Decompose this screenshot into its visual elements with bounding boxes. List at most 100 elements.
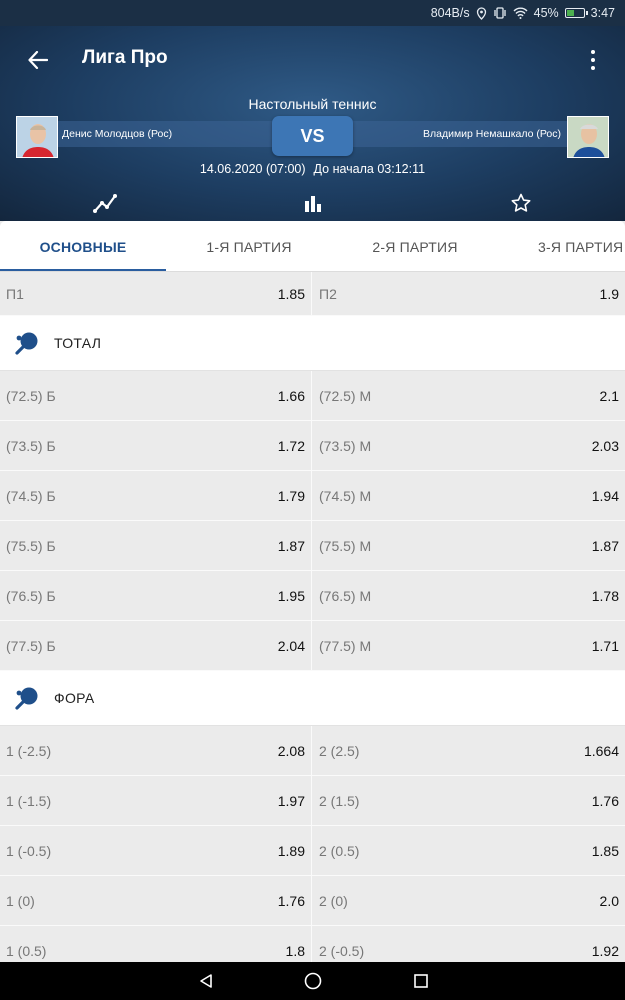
odds-cell[interactable]: 2 (2.5) 1.664: [313, 726, 625, 775]
odds-label: (77.5) Б: [6, 637, 56, 654]
odds-cell[interactable]: (75.5) Б 1.87: [0, 521, 312, 570]
odds-cell[interactable]: (76.5) Б 1.95: [0, 571, 312, 620]
fora-rows: 1 (-2.5) 2.08 2 (2.5) 1.664 1 (-1.5) 1.97 2 (1…: [0, 726, 625, 962]
square-recents-icon: [414, 974, 428, 988]
odds-label: П1: [6, 285, 24, 302]
odds-label: 1 (-0.5): [6, 842, 52, 859]
more-vert-icon: [591, 50, 595, 54]
stats-button[interactable]: [91, 190, 119, 216]
odds-cell[interactable]: (77.5) Б 2.04: [0, 621, 312, 670]
nav-home-button[interactable]: [303, 971, 323, 991]
player-2-name: Владимир Немашкало (Рос): [423, 128, 561, 140]
battery-percent: 45%: [533, 6, 559, 20]
odds-label: (76.5) М: [319, 587, 372, 604]
odds-cell[interactable]: (74.5) Б 1.79: [0, 471, 312, 520]
odds-value: 1.87: [277, 537, 305, 554]
odds-value: 1.76: [277, 892, 305, 909]
odds-label: (74.5) Б: [6, 487, 56, 504]
odds-label: 2 (0): [319, 892, 348, 909]
odds-cell[interactable]: (73.5) Б 1.72: [0, 421, 312, 470]
odds-cell[interactable]: 2 (1.5) 1.76: [313, 776, 625, 825]
odds-value: 1.664: [583, 742, 619, 759]
tab-set-2[interactable]: 2-Я ПАРТИЯ: [332, 221, 498, 271]
nav-back-button[interactable]: [196, 971, 216, 991]
favorite-button[interactable]: [507, 190, 535, 216]
odds-value: 1.97: [277, 792, 305, 809]
section-fora-header[interactable]: ФОРА: [0, 671, 625, 726]
triangle-back-icon: [200, 974, 212, 988]
match-date: 14.06.2020 (07:00): [199, 162, 306, 176]
player-1-name: Денис Молодцов (Рос): [62, 128, 173, 140]
location-icon: [476, 6, 487, 20]
section-title: ФОРА: [54, 690, 95, 706]
odds-value: 2.0: [599, 892, 619, 909]
more-button[interactable]: [583, 46, 603, 74]
odds-cell[interactable]: (72.5) М 2.1: [313, 371, 625, 420]
match-datetime: 14.06.2020 (07:00) До начала 03:12:11: [0, 162, 625, 176]
odds-label: П2: [319, 285, 337, 302]
odds-cell[interactable]: (75.5) М 1.87: [313, 521, 625, 570]
table-row: 1 (0.5) 1.8 2 (-0.5) 1.92: [0, 926, 625, 962]
odds-label: 1 (0): [6, 892, 35, 909]
table-row: (74.5) Б 1.79 (74.5) М 1.94: [0, 471, 625, 521]
table-row: (77.5) Б 2.04 (77.5) М 1.71: [0, 621, 625, 671]
network-speed: 804B/s: [430, 6, 470, 20]
odds-value: 1.89: [277, 842, 305, 859]
odds-cell[interactable]: (77.5) М 1.71: [313, 621, 625, 670]
chart-line-icon: [93, 194, 117, 213]
odds-value: 1.95: [277, 587, 305, 604]
header-actions: [0, 190, 625, 216]
tab-set-1[interactable]: 1-Я ПАРТИЯ: [166, 221, 332, 271]
player-2-avatar: [567, 116, 609, 158]
odds-value: 1.94: [591, 487, 619, 504]
nav-recents-button[interactable]: [411, 971, 431, 991]
odds-label: 2 (-0.5): [319, 942, 365, 959]
odds-cell[interactable]: (72.5) Б 1.66: [0, 371, 312, 420]
odds-cell[interactable]: 1 (0.5) 1.8: [0, 926, 312, 962]
odds-label: (76.5) Б: [6, 587, 56, 604]
status-bar: 804B/s 45% 3:47: [0, 0, 625, 26]
section-total-header[interactable]: ТОТАЛ: [0, 316, 625, 371]
odds-label: (74.5) М: [319, 487, 372, 504]
odds-cell[interactable]: (73.5) М 2.03: [313, 421, 625, 470]
odds-value: 1.92: [591, 942, 619, 959]
back-button[interactable]: [24, 46, 52, 74]
wifi-icon: [513, 7, 528, 19]
table-row: 1 (-1.5) 1.97 2 (1.5) 1.76: [0, 776, 625, 826]
odds-label: 1 (-1.5): [6, 792, 52, 809]
odds-cell[interactable]: 2 (0.5) 1.85: [313, 826, 625, 875]
vibrate-icon: [493, 7, 507, 19]
table-row: 1 (-0.5) 1.89 2 (0.5) 1.85: [0, 826, 625, 876]
market-tabs: ОСНОВНЫЕ 1-Я ПАРТИЯ 2-Я ПАРТИЯ 3-Я ПАРТИ…: [0, 221, 625, 272]
odds-cell[interactable]: (76.5) М 1.78: [313, 571, 625, 620]
odds-value: 1.85: [591, 842, 619, 859]
odds-value: 1.8: [285, 942, 305, 959]
odds-cell[interactable]: 1 (0) 1.76: [0, 876, 312, 925]
odds-label: 1 (0.5): [6, 942, 47, 959]
section-title: ТОТАЛ: [54, 335, 102, 351]
tab-set-3[interactable]: 3-Я ПАРТИЯ: [498, 221, 625, 271]
odds-cell[interactable]: П2 1.9: [313, 272, 625, 315]
bar-stats-button[interactable]: [299, 190, 327, 216]
odds-label: 2 (2.5): [319, 742, 360, 759]
odds-label: (72.5) Б: [6, 387, 56, 404]
total-rows: (72.5) Б 1.66 (72.5) М 2.1 (73.5) Б 1.72 (73.5…: [0, 371, 625, 671]
odds-cell[interactable]: 2 (-0.5) 1.92: [313, 926, 625, 962]
odds-label: (75.5) М: [319, 537, 372, 554]
odds-label: (73.5) Б: [6, 437, 56, 454]
odds-value: 1.72: [277, 437, 305, 454]
odds-cell[interactable]: 1 (-2.5) 2.08: [0, 726, 312, 775]
odds-cell[interactable]: 2 (0) 2.0: [313, 876, 625, 925]
app-bar: Лига Про: [0, 26, 625, 92]
clock: 3:47: [590, 6, 615, 20]
odds-cell[interactable]: 1 (-1.5) 1.97: [0, 776, 312, 825]
odds-value: 1.85: [277, 285, 305, 302]
odds-cell[interactable]: (74.5) М 1.94: [313, 471, 625, 520]
system-nav-bar: [0, 962, 625, 1000]
odds-value: 1.79: [277, 487, 305, 504]
odds-value: 1.66: [277, 387, 305, 404]
odds-cell[interactable]: П1 1.85: [0, 272, 312, 315]
odds-value: 1.78: [591, 587, 619, 604]
odds-cell[interactable]: 1 (-0.5) 1.89: [0, 826, 312, 875]
tab-main[interactable]: ОСНОВНЫЕ: [0, 221, 166, 271]
